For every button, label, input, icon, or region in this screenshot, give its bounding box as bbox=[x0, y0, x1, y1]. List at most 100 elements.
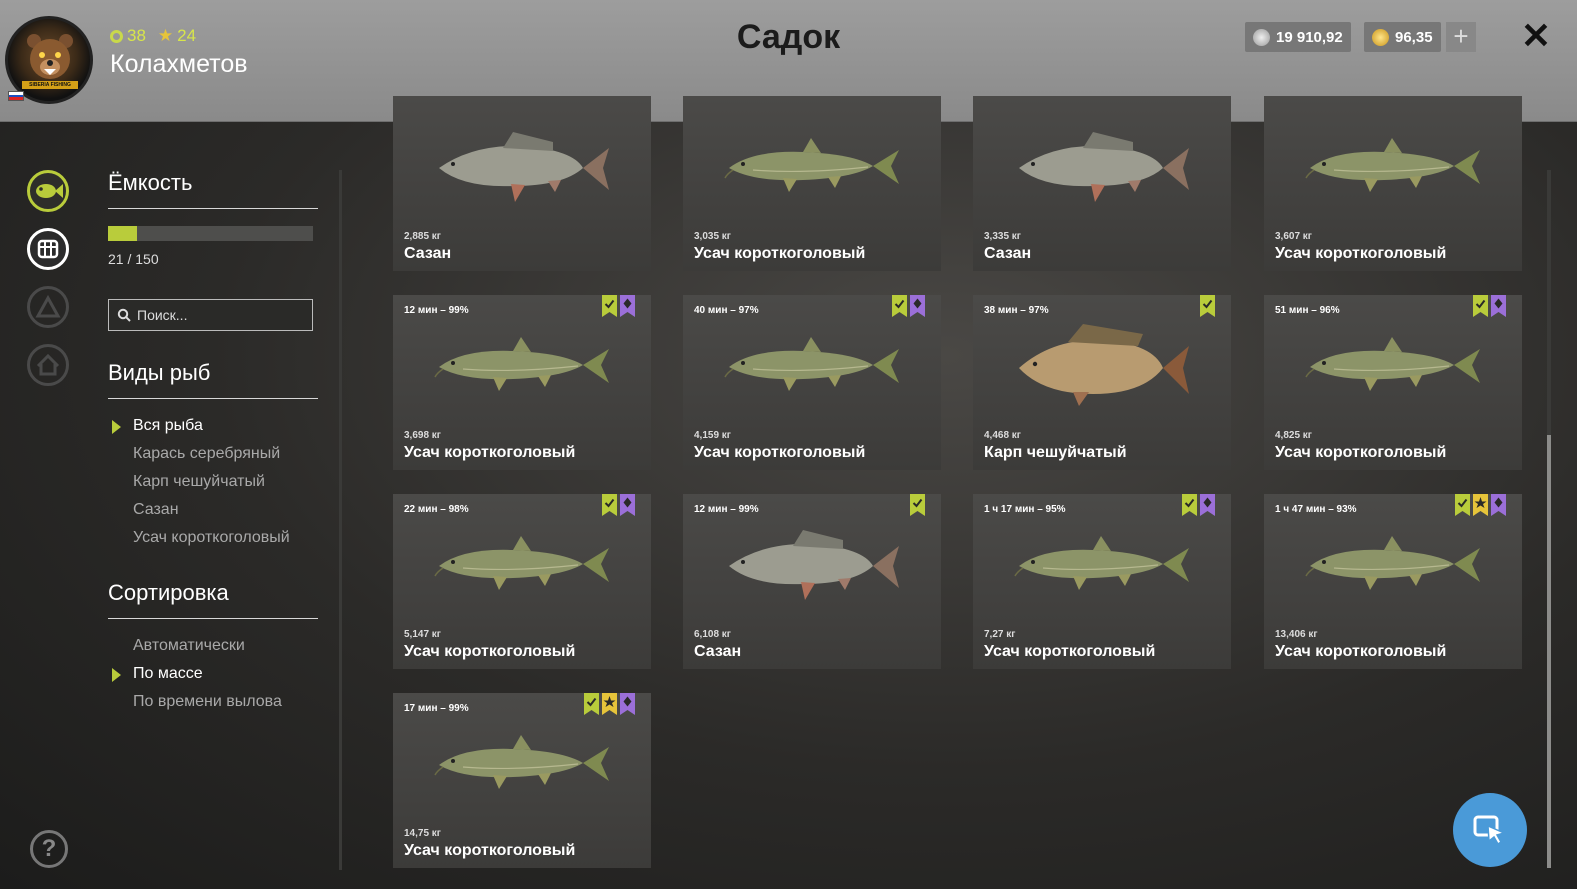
nav-keepnet-tab[interactable] bbox=[27, 228, 69, 270]
check-badge-icon bbox=[1455, 494, 1470, 516]
barbel-fish-image bbox=[434, 536, 609, 590]
carp-fish-image bbox=[1019, 132, 1189, 202]
barbel-fish-image bbox=[724, 337, 899, 391]
cursor-mode-button[interactable] bbox=[1453, 793, 1527, 867]
help-button[interactable]: ? bbox=[30, 830, 68, 868]
fish-weight: 3,035 кг bbox=[694, 231, 731, 242]
check-badge-icon bbox=[910, 494, 925, 516]
keepnet-icon bbox=[37, 239, 59, 259]
fish-weight: 3,607 кг bbox=[1275, 231, 1312, 242]
star-badge-icon bbox=[602, 693, 617, 715]
username: Колахметов bbox=[110, 50, 248, 78]
divider bbox=[108, 398, 318, 399]
diamond-badge-icon bbox=[620, 295, 635, 317]
species-item-wild-carp[interactable]: Сазан bbox=[133, 501, 179, 519]
search-input[interactable]: Поиск... bbox=[108, 299, 313, 331]
search-placeholder: Поиск... bbox=[137, 307, 188, 323]
fish-card[interactable]: 22 мин – 98% 5,147 кг Усач короткоголовый bbox=[393, 494, 651, 669]
sort-by-weight[interactable]: По массе bbox=[133, 665, 203, 683]
divider bbox=[108, 208, 318, 209]
search-icon bbox=[117, 308, 131, 322]
nav-fish-tab[interactable] bbox=[27, 170, 69, 212]
fish-weight: 2,885 кг bbox=[404, 231, 441, 242]
trophy-badges bbox=[910, 494, 925, 516]
species-item-barbel[interactable]: Усач короткоголовый bbox=[133, 529, 290, 547]
nav-camp-tab[interactable] bbox=[27, 286, 69, 328]
trophy-badges bbox=[1473, 295, 1506, 317]
check-badge-icon bbox=[1182, 494, 1197, 516]
fish-card[interactable]: 2,885 кг Сазан bbox=[393, 96, 651, 271]
diamond-badge-icon bbox=[620, 494, 635, 516]
fish-name: Усач короткоголовый bbox=[694, 444, 866, 461]
trophy-badges bbox=[1200, 295, 1215, 317]
fish-name: Усач короткоголовый bbox=[1275, 643, 1447, 660]
sort-auto[interactable]: Автоматически bbox=[133, 637, 245, 655]
fish-card[interactable]: 3,607 кг Усач короткоголовый bbox=[1264, 96, 1522, 271]
species-section: Виды рыб bbox=[108, 360, 318, 399]
species-item-all[interactable]: Вся рыба bbox=[133, 417, 203, 435]
sort-title: Сортировка bbox=[108, 580, 229, 605]
capacity-fill bbox=[108, 226, 137, 241]
catch-time: 38 мин – 97% bbox=[984, 305, 1049, 316]
silver-balance: 19 910,92 bbox=[1245, 22, 1351, 52]
silver-value: 19 910,92 bbox=[1276, 28, 1343, 46]
camp-icon bbox=[35, 294, 61, 318]
bear-logo-icon bbox=[27, 34, 73, 79]
fish-card[interactable]: 40 мин – 97% 4,159 кг Усач короткоголовый bbox=[683, 295, 941, 470]
fish-card[interactable]: 3,035 кг Усач короткоголовый bbox=[683, 96, 941, 271]
barbel-fish-image bbox=[1305, 337, 1480, 391]
barbel-fish-image bbox=[1305, 138, 1480, 192]
species-item-common-carp[interactable]: Карп чешуйчатый bbox=[133, 473, 265, 491]
fish-weight: 4,825 кг bbox=[1275, 430, 1312, 441]
trophy-badges bbox=[1182, 494, 1215, 516]
fish-card[interactable]: 38 мин – 97% 4,468 кг Карп чешуйчатый bbox=[973, 295, 1231, 470]
fish-card[interactable]: 51 мин – 96% 4,825 кг Усач короткоголовый bbox=[1264, 295, 1522, 470]
barbel-fish-image bbox=[724, 138, 899, 192]
gold-balance: 96,35 bbox=[1364, 22, 1441, 52]
sort-by-time[interactable]: По времени вылова bbox=[133, 693, 282, 711]
selected-arrow-icon bbox=[112, 668, 121, 682]
diamond-badge-icon bbox=[910, 295, 925, 317]
gold-value: 96,35 bbox=[1395, 28, 1433, 46]
fish-card[interactable]: 17 мин – 99% 14,75 кг Усач короткоголовый bbox=[393, 693, 651, 868]
fish-card[interactable]: 3,335 кг Сазан bbox=[973, 96, 1231, 271]
fish-weight: 7,27 кг bbox=[984, 629, 1016, 640]
catch-time: 1 ч 17 мин – 95% bbox=[984, 504, 1066, 515]
fish-name: Усач короткоголовый bbox=[694, 245, 866, 262]
fish-weight: 13,406 кг bbox=[1275, 629, 1318, 640]
catch-time: 17 мин – 99% bbox=[404, 703, 469, 714]
home-icon bbox=[36, 353, 60, 376]
fish-name: Сазан bbox=[694, 643, 742, 660]
trophy-badges bbox=[584, 693, 635, 715]
fish-name: Сазан bbox=[404, 245, 452, 262]
catch-time: 12 мин – 99% bbox=[694, 504, 759, 515]
scroll-thumb[interactable] bbox=[1547, 435, 1551, 868]
fish-card[interactable]: 12 мин – 99% 6,108 кг Сазан bbox=[683, 494, 941, 669]
catch-time: 12 мин – 99% bbox=[404, 305, 469, 316]
fish-name: Усач короткоголовый bbox=[1275, 245, 1447, 262]
species-item-crucian[interactable]: Карась серебряный bbox=[133, 445, 280, 463]
barbel-fish-image bbox=[1305, 536, 1480, 590]
fish-icon bbox=[36, 184, 63, 198]
add-currency-button[interactable]: + bbox=[1446, 22, 1476, 52]
fish-name: Усач короткоголовый bbox=[1275, 444, 1447, 461]
close-button[interactable]: ✕ bbox=[1518, 18, 1554, 54]
nav-home-tab[interactable] bbox=[27, 344, 69, 386]
capacity-title: Ёмкость bbox=[108, 170, 193, 195]
check-badge-icon bbox=[892, 295, 907, 317]
panel-divider bbox=[339, 170, 342, 870]
check-badge-icon bbox=[602, 494, 617, 516]
fish-name: Сазан bbox=[984, 245, 1032, 262]
scrollbar[interactable] bbox=[1547, 170, 1551, 868]
sort-section: Сортировка bbox=[108, 580, 318, 619]
fish-card[interactable]: 12 мин – 99% 3,698 кг Усач короткоголовый bbox=[393, 295, 651, 470]
capacity-section: Ёмкость bbox=[108, 130, 318, 209]
avatar-banner: SIBERIA FISHING bbox=[22, 81, 78, 89]
species-title: Виды рыб bbox=[108, 360, 211, 385]
fish-name: Усач короткоголовый bbox=[404, 643, 576, 660]
fish-card[interactable]: 1 ч 47 мин – 93% 13,406 кг Усач короткогол… bbox=[1264, 494, 1522, 669]
trophy-badges bbox=[892, 295, 925, 317]
fish-card[interactable]: 1 ч 17 мин – 95% 7,27 кг Усач короткоголов… bbox=[973, 494, 1231, 669]
fish-name: Усач короткоголовый bbox=[404, 842, 576, 859]
fish-weight: 4,159 кг bbox=[694, 430, 731, 441]
